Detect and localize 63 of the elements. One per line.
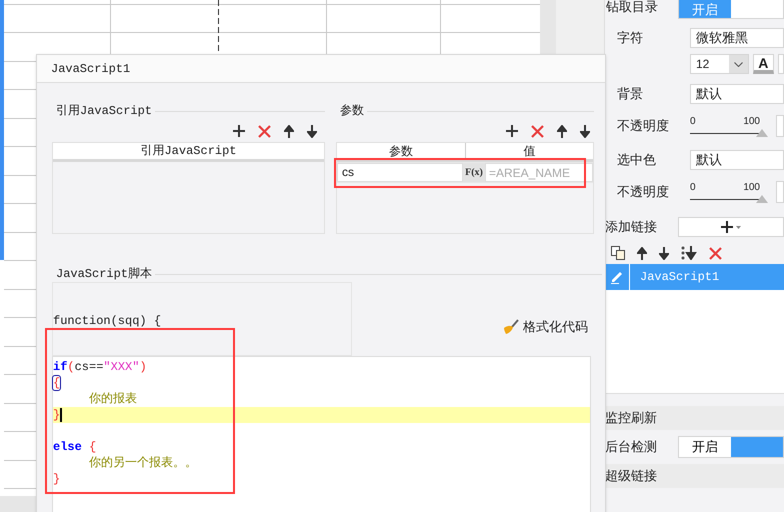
field-label: 选中色 <box>616 151 657 170</box>
code-line: { <box>53 375 60 391</box>
move-to-bottom-icon[interactable] <box>681 246 697 260</box>
formula-button[interactable]: F(x) <box>463 163 485 182</box>
column-header: 值 <box>522 143 536 159</box>
arrow-up-icon[interactable] <box>284 124 294 138</box>
code-text: function(sqq) { <box>53 313 162 330</box>
dropdown[interactable]: 12 <box>690 54 749 74</box>
arrow-down-icon[interactable] <box>580 124 590 138</box>
broom-icon <box>503 319 519 335</box>
section-header: 超级链接 <box>605 467 657 486</box>
code-line: } <box>53 471 60 487</box>
column-header: 引用JavaScript <box>139 143 238 159</box>
window-title: JavaScript1 <box>51 60 130 78</box>
add-icon[interactable] <box>506 125 518 137</box>
code-line: } <box>53 407 60 423</box>
code-line: 你的另一个报表。。 <box>89 455 197 471</box>
copy-icon[interactable] <box>611 246 625 260</box>
slider-max-label: 100 <box>743 116 760 126</box>
slider-thumb[interactable] <box>756 128 768 136</box>
input-field[interactable]: cs <box>337 163 463 182</box>
section-title: 引用JavaScript <box>55 103 154 120</box>
add-link-button[interactable] <box>678 217 784 237</box>
field-label: 后台检测 <box>605 438 657 456</box>
column-header: 参数 <box>337 143 466 159</box>
arrow-up-icon[interactable] <box>557 124 567 138</box>
pencil-icon <box>610 270 624 284</box>
field-label: 背景 <box>616 85 644 104</box>
dropdown[interactable]: 默认 <box>690 84 784 104</box>
field-label: 添加链接 <box>605 218 658 236</box>
slider-min-label: 0 <box>690 182 696 192</box>
section-header: 监控刷新 <box>605 409 657 428</box>
field-label: 不透明度 <box>616 183 670 202</box>
arrow-down-icon[interactable] <box>307 124 317 138</box>
code-line: if(cs=="XXX") <box>53 359 147 375</box>
code-line: else { <box>53 439 96 455</box>
text-cursor <box>60 408 62 422</box>
arrow-up-icon[interactable] <box>637 246 647 260</box>
chevron-down-icon <box>734 62 743 66</box>
delete-icon[interactable] <box>531 124 544 138</box>
slider-thumb[interactable] <box>756 194 768 202</box>
value-field[interactable] <box>776 181 784 203</box>
arrow-down-icon[interactable] <box>659 246 669 260</box>
delete-icon[interactable] <box>258 124 271 138</box>
code-editor[interactable]: if(cs=="XXX") { 你的报表 } else { 你的另一个报表。。 } <box>52 356 591 512</box>
section-title: JavaScript脚本 <box>55 266 154 283</box>
dropdown[interactable]: 微软雅黑 <box>690 28 784 48</box>
section-title: 参数 <box>339 103 365 120</box>
slider-max-label: 100 <box>743 182 760 192</box>
slider-min-label: 0 <box>690 116 696 126</box>
add-icon <box>721 221 741 233</box>
dropdown[interactable]: 默认 <box>690 150 784 170</box>
font-color-button[interactable]: A <box>752 54 774 74</box>
code-line: 你的报表 <box>89 391 137 407</box>
value-field[interactable] <box>776 115 784 137</box>
toggle-option[interactable] <box>731 437 783 457</box>
delete-icon[interactable] <box>709 246 722 260</box>
field-label: 不透明度 <box>616 117 670 136</box>
format-code-button[interactable]: 格式化代码 <box>503 317 588 337</box>
input-field[interactable]: =AREA_NAME <box>485 163 593 182</box>
field-label: 字符 <box>616 29 644 48</box>
add-icon[interactable] <box>233 125 245 137</box>
field-label: 钻取目录 <box>605 0 658 13</box>
